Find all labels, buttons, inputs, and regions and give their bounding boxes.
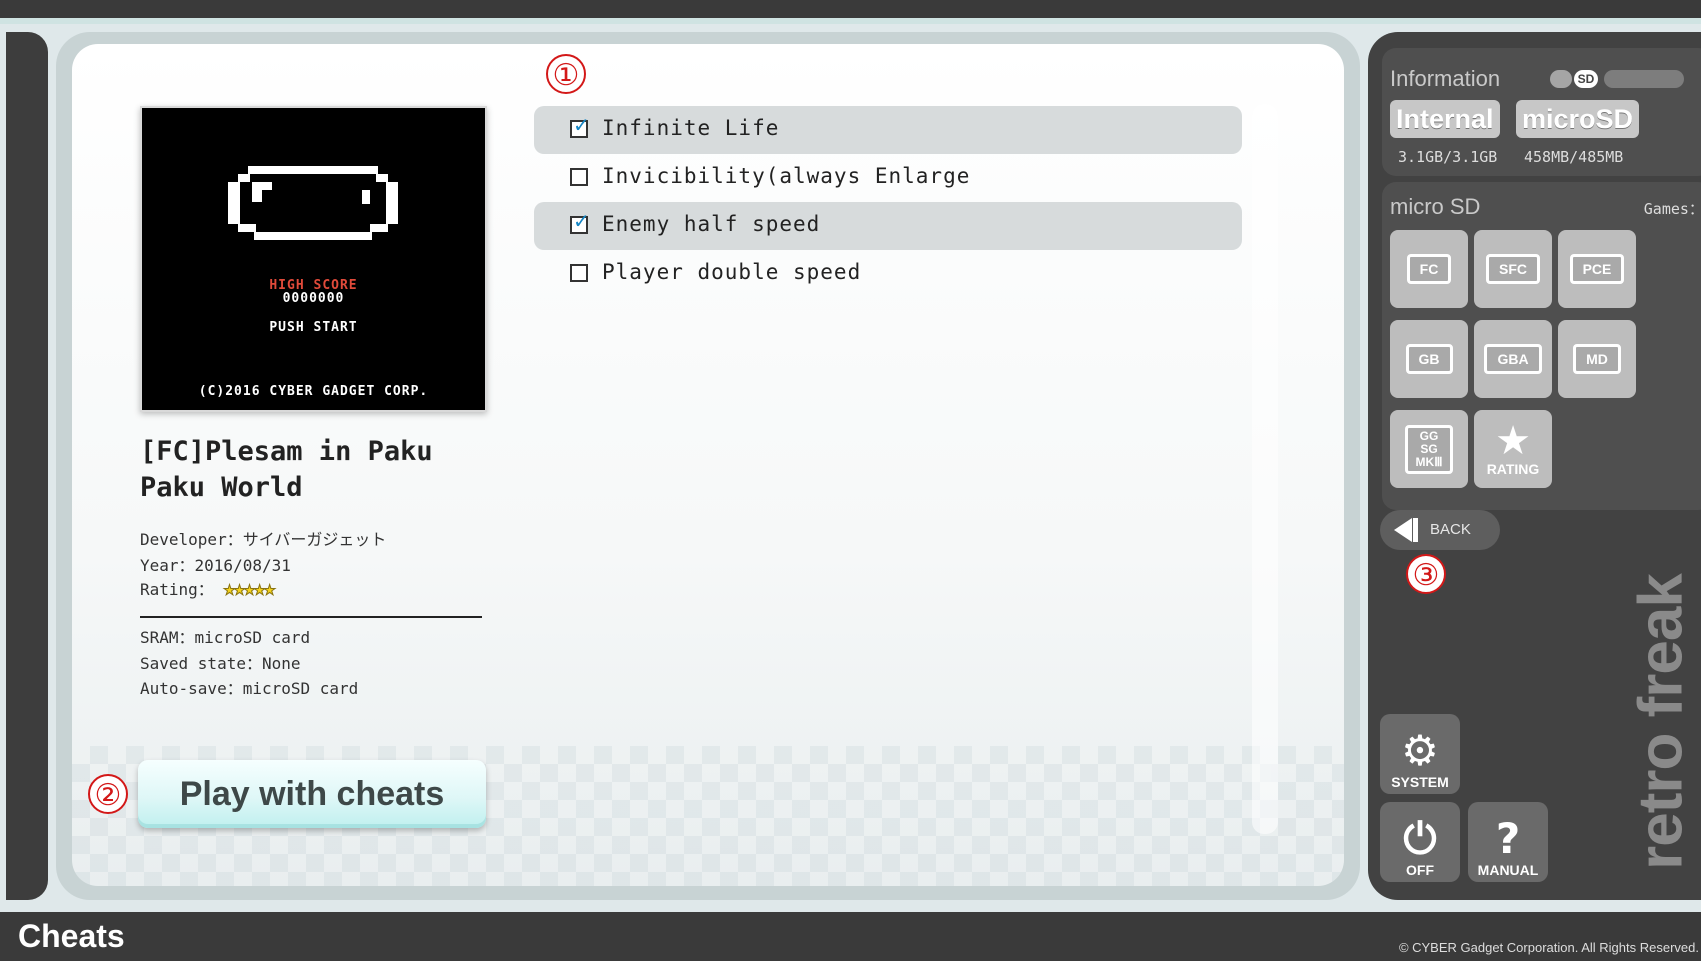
cheat-label: Enemy half speed xyxy=(602,212,821,236)
footer-copyright: © CYBER Gadget Corporation. All Rights R… xyxy=(1398,940,1699,955)
gb-icon: GB xyxy=(1405,344,1453,374)
cheat-item-enemy-half-speed[interactable]: ✓ Enemy half speed xyxy=(534,202,1242,250)
console-tile-fc[interactable]: FC xyxy=(1390,230,1468,308)
year-text: Year：2016/08/31 xyxy=(140,556,291,575)
md-icon: MD xyxy=(1573,344,1621,374)
game-copyright-text: (C)2016 CYBER GADGET CORP. xyxy=(198,384,429,399)
console-tile-sfc[interactable]: SFC xyxy=(1474,230,1552,308)
developer-text: Developer：サイバーガジェット xyxy=(140,530,387,549)
cheat-checkbox[interactable] xyxy=(570,168,588,186)
left-edge-strip xyxy=(6,32,48,900)
gba-icon: GBA xyxy=(1484,344,1542,374)
sram-text: SRAM：microSD card xyxy=(140,628,311,647)
cheat-item-player-double-speed[interactable]: Player double speed xyxy=(534,250,1242,298)
games-count: Games：11 xyxy=(1643,200,1701,218)
console-tile-pce[interactable]: PCE xyxy=(1558,230,1636,308)
off-label: OFF xyxy=(1406,862,1434,878)
manual-icon: ? xyxy=(1495,814,1521,863)
system-label: SYSTEM xyxy=(1391,774,1449,790)
internal-storage-badge: Internal xyxy=(1390,100,1500,138)
information-title: Information xyxy=(1390,66,1501,91)
cheat-item-invincibility[interactable]: Invicibility(always Enlarge xyxy=(534,154,1242,202)
console-tile-md[interactable]: MD xyxy=(1558,320,1636,398)
top-bar xyxy=(0,0,1701,18)
power-icon: ⏻ xyxy=(1403,814,1437,863)
internal-storage-value: 3.1GB/3.1GB xyxy=(1398,148,1498,166)
off-button[interactable]: ⏻ OFF xyxy=(1380,802,1460,882)
microsd-title: micro SD xyxy=(1390,194,1481,219)
console-tile-gba[interactable]: GBA xyxy=(1474,320,1552,398)
back-button[interactable]: BACK xyxy=(1380,510,1500,550)
rating-tile-label: RATING xyxy=(1486,461,1540,477)
cheat-label: Player double speed xyxy=(602,260,862,284)
callout-2: ② xyxy=(88,774,128,814)
star-icon: ★ xyxy=(1495,418,1531,464)
gg-sg-mk3-icon: GG SG MKⅢ xyxy=(1405,424,1453,474)
sd-indicator-icon: SD xyxy=(1574,70,1598,88)
screen-title: Cheats xyxy=(18,918,125,954)
fc-icon: FC xyxy=(1406,254,1452,284)
controller-logo-icon xyxy=(228,166,398,240)
game-title: [FC]Plesam in Paku Paku World xyxy=(140,436,433,503)
console-tile-gg-sg-mk3[interactable]: GG SG MKⅢ xyxy=(1390,410,1468,488)
footer-bar: Cheats © CYBER Gadget Corporation. All R… xyxy=(0,912,1701,961)
rating-row: Rating： ★★★★★ xyxy=(140,576,276,601)
back-arrow-icon xyxy=(1394,518,1412,542)
callout-3: ③ xyxy=(1406,554,1446,594)
rating-label: Rating： xyxy=(140,580,214,599)
checkmark-icon: ✓ xyxy=(573,209,590,233)
checkmark-icon: ✓ xyxy=(573,113,590,137)
microsd-storage-badge: microSD xyxy=(1516,100,1640,138)
cheat-checkbox[interactable]: ✓ xyxy=(570,113,590,138)
auto-save-text: Auto-save：microSD card xyxy=(140,679,359,698)
rating-stars: ★★★★★ xyxy=(223,576,276,601)
callout-1: ① xyxy=(546,54,586,94)
console-tile-gb[interactable]: GB xyxy=(1390,320,1468,398)
cheat-item-infinite-life[interactable]: ✓ Infinite Life xyxy=(534,106,1242,154)
push-start-text: PUSH START xyxy=(269,320,358,335)
brand-text: retro freak xyxy=(1626,574,1696,870)
battery-indicator-icon xyxy=(1604,70,1684,88)
saved-state-text: Saved state：None xyxy=(140,654,301,673)
gear-icon: ⚙ xyxy=(1401,726,1439,775)
back-bar-icon xyxy=(1413,518,1418,542)
microsd-storage-value: 458MB/485MB xyxy=(1524,148,1624,166)
cheat-checkbox[interactable] xyxy=(570,264,588,282)
cheat-label: Invicibility(always Enlarge xyxy=(602,164,971,188)
meta-divider xyxy=(140,616,482,618)
game-screenshot: HIGH SCORE 0000000 PUSH START (C)2016 CY… xyxy=(140,106,487,412)
back-label: BACK xyxy=(1430,521,1471,538)
cheat-checkbox[interactable]: ✓ xyxy=(570,209,590,234)
manual-button[interactable]: ? MANUAL xyxy=(1468,802,1548,882)
top-bar-accent xyxy=(0,18,1701,24)
sfc-icon: SFC xyxy=(1486,254,1540,284)
system-button[interactable]: ⚙ SYSTEM xyxy=(1380,714,1460,794)
cartridge-indicator-icon xyxy=(1550,70,1572,88)
right-sidebar: Information SD Internal microSD 3.1GB/3.… xyxy=(1368,32,1701,900)
pce-icon: PCE xyxy=(1569,254,1625,284)
information-box: Information SD Internal microSD 3.1GB/3.… xyxy=(1382,48,1701,176)
microsd-box: micro SD Games：11 FC SFC PCE GB GBA MD G… xyxy=(1382,182,1701,510)
retro-freak-logo: retro freak xyxy=(1626,542,1696,900)
high-score-value: 0000000 xyxy=(282,291,345,306)
manual-label: MANUAL xyxy=(1477,862,1539,878)
rating-tile[interactable]: ★ RATING xyxy=(1474,410,1552,488)
cheat-list-scrollbar[interactable] xyxy=(1252,104,1278,834)
play-with-cheats-button[interactable]: Play with cheats xyxy=(138,760,486,828)
cheat-label: Infinite Life xyxy=(602,116,780,140)
